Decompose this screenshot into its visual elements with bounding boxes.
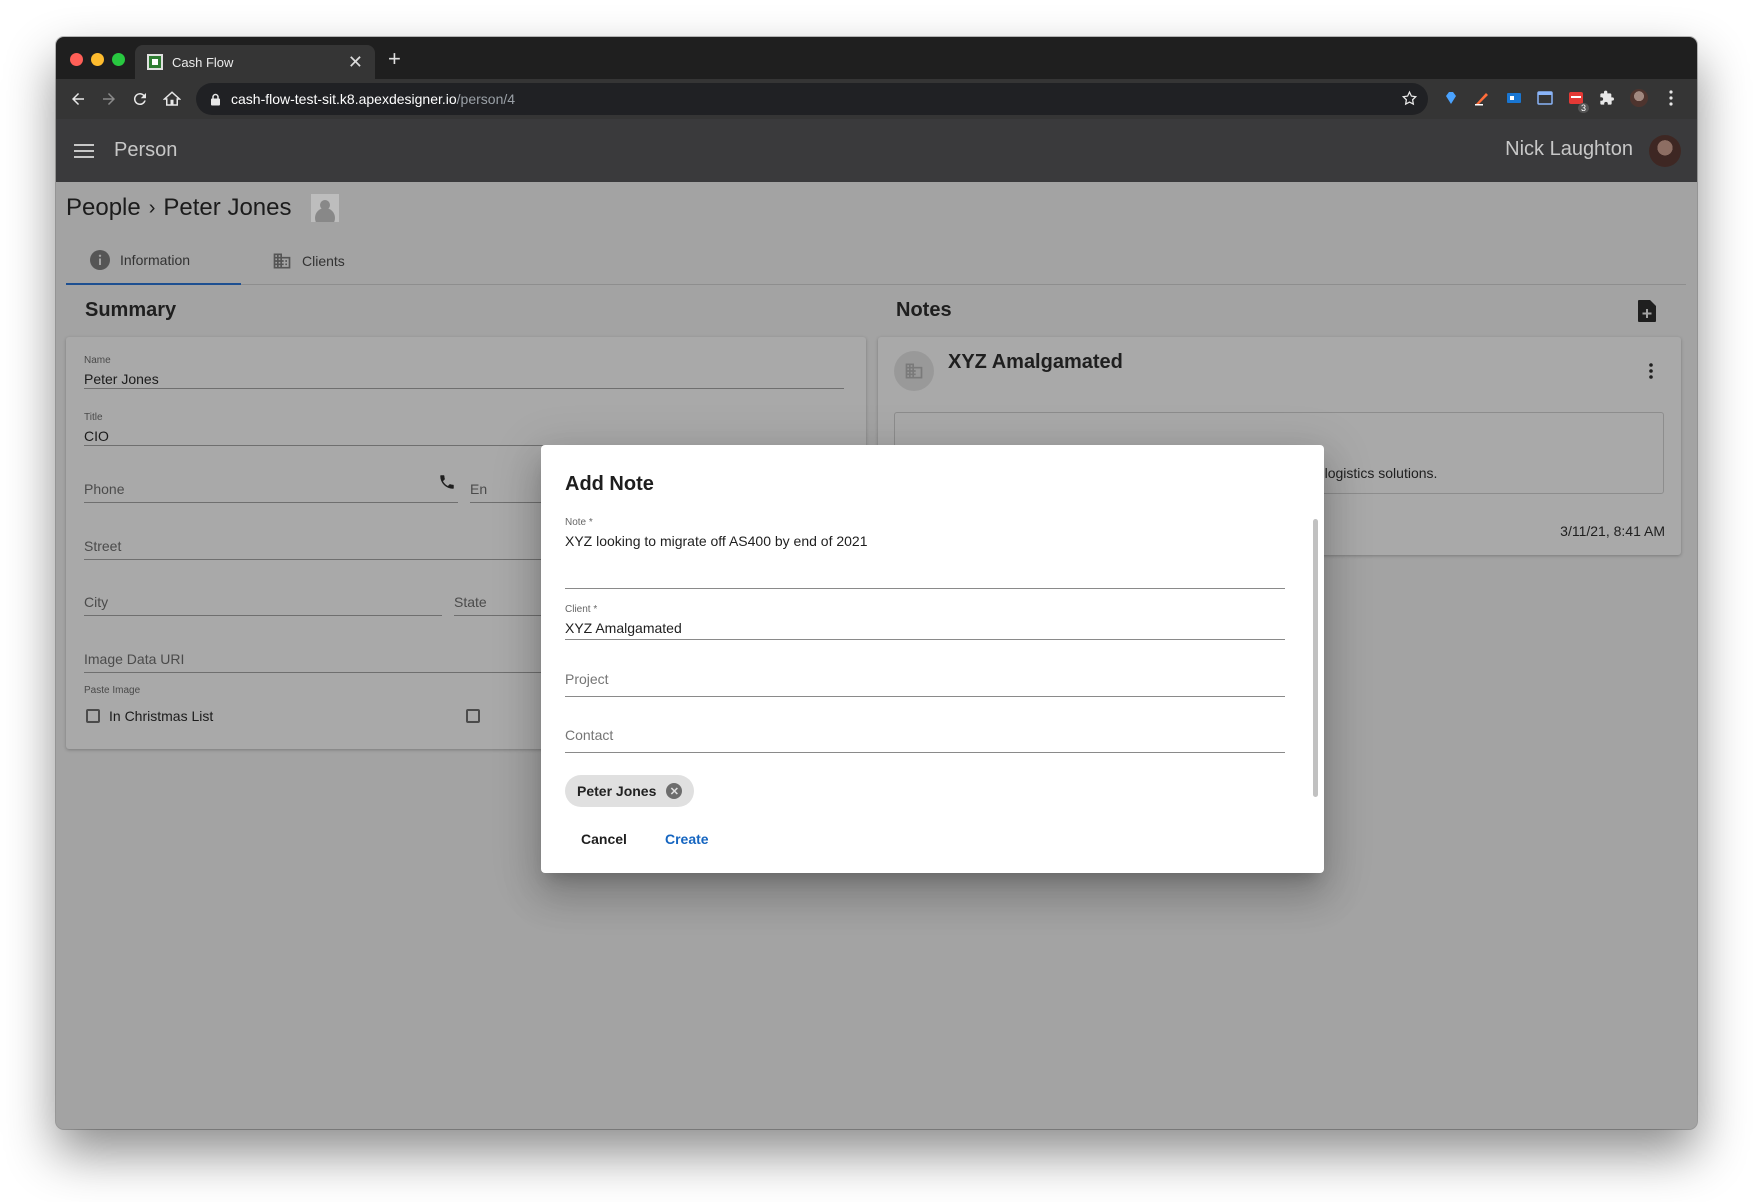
christmas-list-checkbox[interactable] [86,709,100,723]
tab-information-label: Information [120,252,191,268]
app-bar-title: Person [114,139,178,161]
app-favicon-icon [147,54,163,70]
dialog-scrollbar[interactable] [1313,519,1318,797]
window-controls [70,53,125,66]
breadcrumb-chevron-icon: › [148,196,156,219]
add-note-dialog: Add Note Note * XYZ looking to migrate o… [541,445,1324,873]
outlook-extension-icon[interactable] [1503,87,1525,109]
browser-tab-strip: Cash Flow ✕ + [56,37,1697,79]
window-extension-icon[interactable] [1534,87,1556,109]
name-field[interactable]: Name Peter Jones [84,355,844,389]
maximize-window-button[interactable] [112,53,125,66]
state-placeholder: State [454,594,487,610]
close-tab-icon[interactable]: ✕ [348,52,363,73]
note-field-value: XYZ looking to migrate off AS400 by end … [565,533,868,549]
close-window-button[interactable] [70,53,83,66]
name-value: Peter Jones [84,371,159,387]
contact-placeholder: Contact [565,727,614,743]
client-building-icon [894,351,934,391]
create-button[interactable]: Create [649,821,725,857]
contact-chip[interactable]: Peter Jones ✕ [565,775,695,807]
name-label: Name [84,355,111,366]
info-icon [90,250,110,270]
email-placeholder: En [470,481,488,497]
browser-menu-icon[interactable] [1660,87,1682,109]
title-label: Title [84,412,103,423]
city-field[interactable]: City [84,590,442,616]
breadcrumb-people-link[interactable]: People [66,194,141,222]
url-path: /person/4 [456,91,516,107]
tab-clients[interactable]: Clients [272,237,345,285]
person-avatar-icon [311,194,340,222]
paste-image-label[interactable]: Paste Image [84,685,140,696]
breadcrumb: People › Peter Jones [66,194,340,222]
calendar-extension-icon[interactable]: 3 [1565,87,1589,113]
chip-remove-icon[interactable]: ✕ [666,783,683,799]
note-timestamp: 3/11/21, 8:41 AM [1560,523,1665,539]
second-checkbox[interactable] [466,709,480,723]
pen-extension-icon[interactable] [1471,87,1493,109]
new-tab-button[interactable]: + [388,46,401,72]
extensions-puzzle-icon[interactable] [1596,87,1618,109]
browser-window: Cash Flow ✕ + cash-flow-test-sit.k8.apex… [56,37,1697,1129]
home-icon[interactable] [160,87,184,111]
add-note-icon[interactable] [1636,299,1658,328]
contact-chip-label: Peter Jones [577,783,657,799]
back-arrow-icon[interactable] [66,87,90,111]
project-placeholder: Project [565,671,609,687]
url-host: cash-flow-test-sit.k8.apexdesigner.io [231,91,457,107]
summary-heading: Summary [85,299,177,321]
street-placeholder: Street [84,538,122,554]
hamburger-menu-icon[interactable] [74,143,94,158]
bookmark-star-icon[interactable] [1401,90,1418,107]
cancel-button[interactable]: Cancel [565,821,643,857]
client-field-value: XYZ Amalgamated [565,620,682,636]
title-field[interactable]: Title CIO [84,412,844,446]
app-bar: Person Nick Laughton [56,119,1697,182]
phone-icon [438,473,456,496]
note-client-name: XYZ Amalgamated [948,351,1123,373]
user-name[interactable]: Nick Laughton [1505,138,1633,161]
notes-heading: Notes [896,299,952,321]
phone-placeholder: Phone [84,481,125,497]
dialog-title: Add Note [565,473,654,495]
building-icon [272,251,292,271]
address-bar[interactable]: cash-flow-test-sit.k8.apexdesigner.io/pe… [196,83,1428,115]
phone-field[interactable]: Phone [84,475,458,503]
client-select[interactable]: Client * XYZ Amalgamated [565,604,1285,640]
note-more-icon[interactable] [1649,363,1653,384]
user-avatar[interactable] [1649,135,1681,167]
tab-bar: Information Clients [66,237,1686,285]
forward-arrow-icon[interactable] [97,87,121,111]
title-value: CIO [84,428,109,444]
note-field-label: Note * [565,517,593,528]
browser-tab[interactable]: Cash Flow ✕ [135,45,375,79]
note-textarea[interactable]: Note * XYZ looking to migrate off AS400 … [565,517,1285,589]
contact-input[interactable]: Contact [565,727,1285,753]
browser-toolbar: cash-flow-test-sit.k8.apexdesigner.io/pe… [56,79,1697,119]
image-uri-placeholder: Image Data URI [84,651,185,667]
browser-tab-title: Cash Flow [172,54,234,70]
tab-information[interactable]: Information [66,237,241,285]
gem-extension-icon[interactable] [1440,87,1462,109]
reload-icon[interactable] [128,87,152,111]
lock-icon [210,93,221,106]
tab-clients-label: Clients [302,253,345,269]
client-field-label: Client * [565,604,598,615]
christmas-list-label: In Christmas List [109,708,214,724]
extension-badge: 3 [1577,103,1589,113]
breadcrumb-current: Peter Jones [163,194,292,221]
profile-avatar-icon[interactable] [1628,87,1650,109]
minimize-window-button[interactable] [91,53,104,66]
project-select[interactable]: Project [565,671,1285,697]
city-placeholder: City [84,594,109,610]
